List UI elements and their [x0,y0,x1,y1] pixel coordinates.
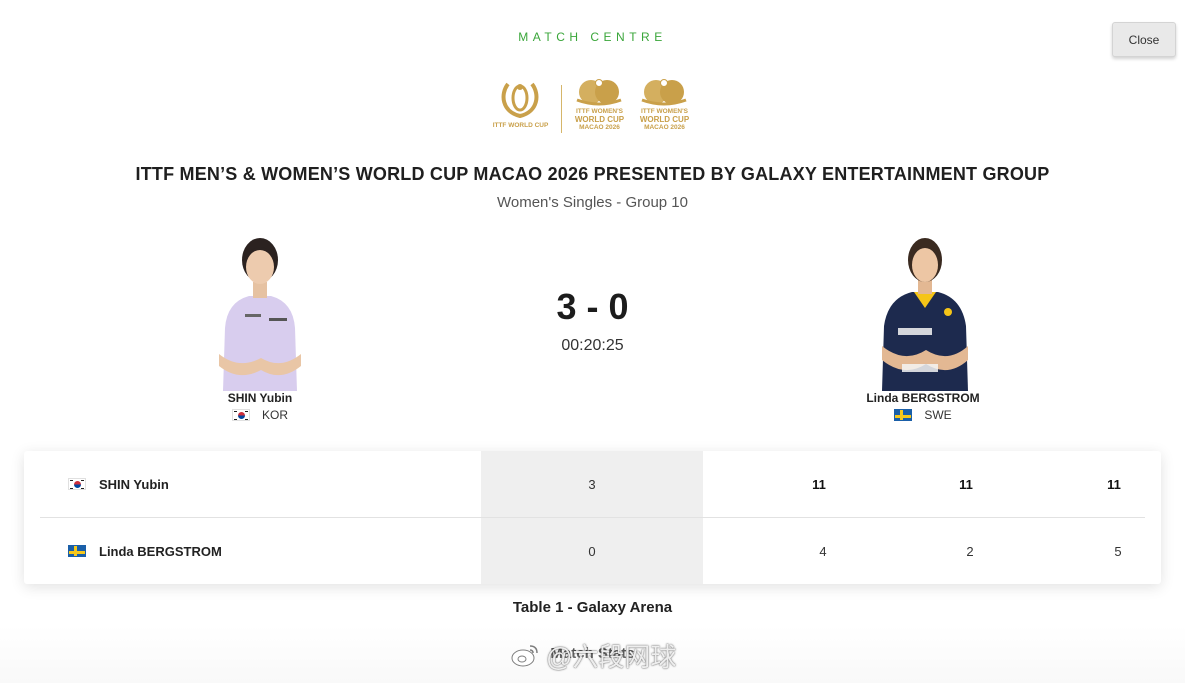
game-2-score-home: 11 [959,476,973,492]
logo-divider [560,85,562,133]
table-row: SHIN Yubin 3 11 11 11 [24,451,1161,517]
korea-flag-icon [68,478,86,490]
ping-pong-balls-icon [576,79,622,106]
match-score: 3 - 0 [556,286,629,327]
venue-label: Table 1 - Galaxy Arena [512,599,673,616]
womens-logo-line1: ITTF WOMEN'S [575,108,623,115]
row-player-away: Linda BERGSTROM [68,518,222,584]
sweden-flag-icon [68,545,86,557]
row-player-home: SHIN Yubin [68,451,169,517]
mens-world-cup-logo: ITTF WOMEN'S WORLD CUP MACAO 2026 [635,78,694,140]
match-centre-label: MATCH CENTRE [518,30,667,44]
player-name-away: Linda BERGSTROM [866,391,980,405]
ping-pong-balls-icon [641,79,687,106]
games-won-home: 3 [588,476,596,492]
game-1-score-home: 11 [812,476,826,492]
player-name-home: SHIN Yubin [227,391,293,405]
game-1-score-away: 4 [819,543,827,559]
row-player-name-home: SHIN Yubin [99,476,169,492]
scoreboard-table: SHIN Yubin 3 11 11 11 Linda BERGSTROM 0 … [24,451,1161,584]
game-2-score-away: 2 [966,543,974,559]
womens-logo-line3-copy: MACAO 2026 [644,124,685,131]
games-won-away: 0 [588,543,596,559]
womens-world-cup-logo: ITTF WOMEN'S WORLD CUP MACAO 2026 [570,78,629,140]
womens-logo-line3: MACAO 2026 [579,124,620,131]
country-code-home: KOR [261,408,288,422]
womens-logo-line2-copy: WORLD CUP [639,115,690,124]
event-title: ITTF MEN’S & WOMEN’S WORLD CUP MACAO 202… [135,164,1050,184]
row-player-name-away: Linda BERGSTROM [99,543,222,559]
table-row: Linda BERGSTROM 0 4 2 5 [24,518,1161,584]
event-logos: ITTF WORLD CUP ITTF WOMEN'S WORLD CUP MA… [490,78,700,140]
womens-logo-line2: WORLD CUP [574,115,625,124]
game-3-score-away: 5 [1114,543,1122,559]
weibo-icon [511,645,538,667]
ittf-world-cup-logo: ITTF WORLD CUP [490,78,551,140]
game-3-score-home: 11 [1107,476,1121,492]
match-duration: 00:20:25 [561,337,624,354]
player-country-home: KOR [160,408,360,422]
event-subtitle: Women's Singles - Group 10 [496,194,688,211]
country-code-away: SWE [924,408,952,422]
mens-logo-text: ITTF WORLD CUP [492,122,549,129]
sweden-flag-icon [894,409,913,421]
watermark: @六段网球 [510,638,676,672]
womens-logo-line1-copy: ITTF WOMEN'S [640,108,689,115]
world-cup-trophy-icon [502,82,539,119]
korea-flag-icon [231,409,250,421]
watermark-text: @六段网球 [546,641,677,672]
player-country-away: SWE [823,408,1023,422]
